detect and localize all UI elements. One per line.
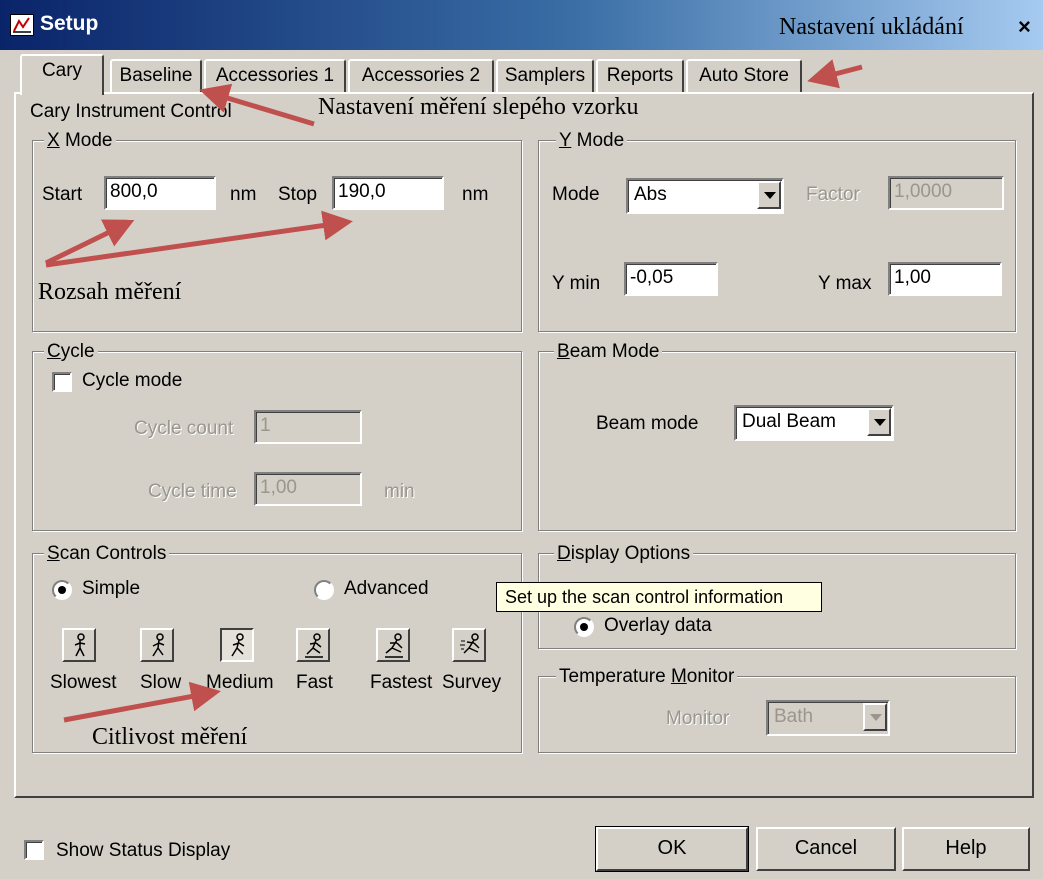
annotation-sensitivity: Citlivost měření [92,724,248,750]
show-status-checkbox[interactable] [24,840,44,860]
speed-fast-label: Fast [296,672,333,693]
cycle-mode-label[interactable]: Cycle mode [82,370,182,392]
close-icon[interactable]: × [1018,14,1031,40]
overlay-data-radio[interactable] [574,617,594,637]
sprinting-figure-icon [460,633,480,654]
chevron-down-icon [863,703,887,731]
ok-button[interactable]: OK [595,826,749,872]
cycle-mode-checkbox[interactable] [52,372,72,392]
arrow-auto-store [807,59,863,89]
speed-slowest-button[interactable] [62,628,96,662]
annotation-baseline-settings: Nastavení měření slepého vzorku [318,94,639,120]
tab-accessories-2[interactable]: Accessories 2 [348,59,494,93]
tab-auto-store[interactable]: Auto Store [686,59,802,93]
ymax-field[interactable]: 1,00 [888,262,1002,296]
tab-reports[interactable]: Reports [596,59,684,93]
overlay-data-label[interactable]: Overlay data [604,615,712,637]
y-mode-legend: Y Mode [556,130,628,152]
beam-mode-legend: Beam Mode [554,341,663,363]
cycle-count-label: Cycle count [134,418,234,439]
scan-controls-tooltip: Set up the scan control information [496,582,822,612]
stop-label: Stop [278,184,318,205]
beam-mode-value: Dual Beam [742,411,836,432]
cycle-legend: Cycle [44,341,98,363]
walking-figure-icon [74,633,86,657]
factor-field: 1,0000 [888,176,1004,210]
chevron-down-icon[interactable] [867,408,891,436]
factor-label: Factor [806,184,860,205]
speed-survey-button[interactable] [452,628,486,662]
y-mode-group [538,140,1016,332]
beam-mode-label: Beam mode [596,413,699,434]
tab-baseline[interactable]: Baseline [110,59,202,93]
speed-slowest-label: Slowest [50,672,117,693]
scan-controls-legend: Scan Controls [44,543,170,565]
cycle-count-field: 1 [254,410,362,444]
temperature-monitor-legend: Temperature Monitor [556,666,738,688]
panel-caption: Cary Instrument Control [30,101,232,122]
start-label: Start [42,184,83,205]
show-status-label[interactable]: Show Status Display [56,840,230,862]
speed-survey-label: Survey [442,672,502,693]
ymin-field[interactable]: -0,05 [624,262,718,296]
y-mode-value: Abs [634,184,667,205]
monitor-select: Bath [766,700,890,736]
speed-slow-label: Slow [140,672,182,693]
annotation-measurement-range: Rozsah měření [38,279,182,305]
speed-fastest-label: Fastest [370,672,433,693]
walking-figure-icon [152,633,165,657]
walking-figure-icon [231,633,245,657]
x-mode-legend: X Mode [44,130,116,152]
speed-medium-label: Medium [206,672,274,693]
start-unit: nm [230,184,257,205]
speed-fast-button[interactable] [296,628,330,662]
app-icon [10,14,34,36]
annotation-storage-settings: Nastavení ukládání [779,14,964,40]
chevron-down-icon[interactable] [757,181,781,209]
stop-field[interactable]: 190,0 [332,176,444,210]
help-button[interactable]: Help [902,827,1030,871]
running-figure-icon [385,633,403,658]
start-field[interactable]: 800,0 [104,176,216,210]
monitor-value: Bath [774,706,814,727]
cancel-button[interactable]: Cancel [756,827,896,871]
simple-label[interactable]: Simple [82,578,140,600]
ymin-label: Y min [552,273,601,294]
speed-fastest-button[interactable] [376,628,410,662]
ymax-label: Y max [818,273,872,294]
beam-mode-group [538,351,1016,531]
cycle-time-unit: min [384,481,415,502]
window-title: Setup [40,12,99,35]
beam-mode-select[interactable]: Dual Beam [734,405,894,441]
speed-slow-button[interactable] [140,628,174,662]
running-figure-icon [305,633,323,658]
cycle-time-label: Cycle time [148,481,237,502]
stop-unit: nm [462,184,489,205]
y-mode-select[interactable]: Abs [626,178,784,214]
speed-medium-button[interactable] [220,628,254,662]
advanced-label[interactable]: Advanced [344,578,429,600]
tab-samplers[interactable]: Samplers [496,59,594,93]
tab-accessories-1[interactable]: Accessories 1 [204,59,346,93]
cycle-time-field: 1,00 [254,472,362,506]
display-options-legend: Display Options [554,543,694,565]
mode-label: Mode [552,184,600,205]
tab-cary[interactable]: Cary [20,54,104,95]
monitor-label: Monitor [666,708,730,729]
simple-radio[interactable] [52,580,72,600]
advanced-radio[interactable] [314,580,334,600]
